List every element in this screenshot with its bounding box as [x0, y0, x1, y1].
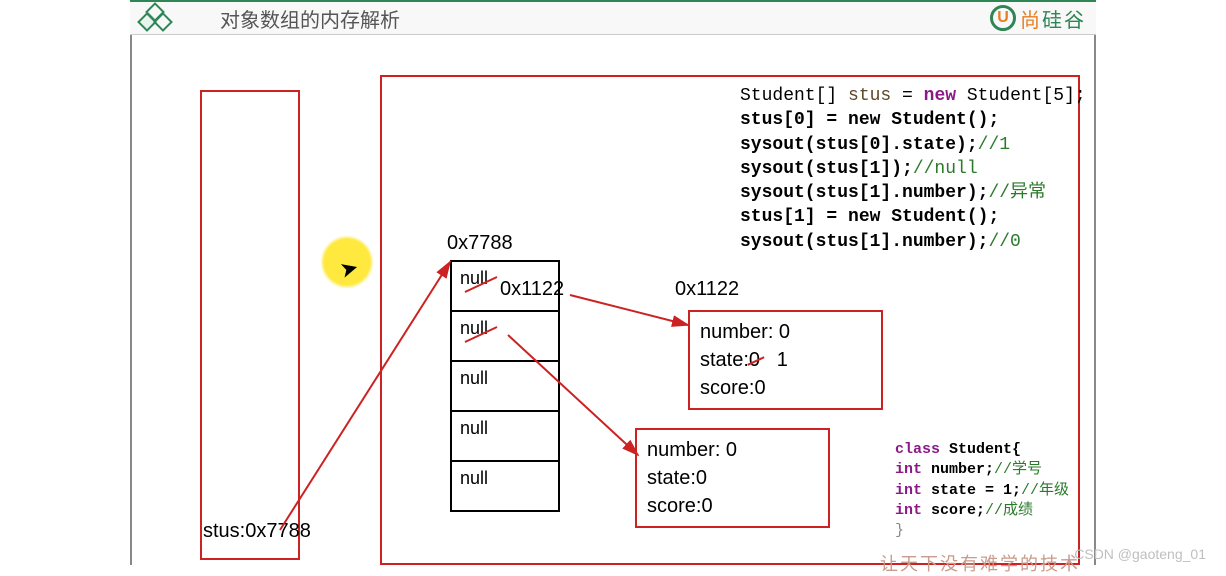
ref-addr-near-array: 0x1122	[500, 278, 564, 301]
footer-tagline: 让天下没有难学的技术	[880, 550, 1080, 576]
obj2-state: state:0	[647, 464, 818, 492]
slide-header: 对象数组的内存解析 U 尚硅谷	[130, 0, 1096, 35]
stack-region	[200, 90, 300, 560]
student-object-box-2: number: 0 state:0 score:0	[635, 428, 830, 528]
class-code-block: class Student{ int number;//学号 int state…	[895, 440, 1069, 541]
main-code-block: Student[] stus = new Student[5]; stus[0]…	[740, 84, 1086, 254]
obj1-score: score:0	[700, 374, 871, 402]
stack-variable-label: stus:0x7788	[203, 520, 311, 543]
obj2-number: number: 0	[647, 436, 818, 464]
obj2-score: score:0	[647, 492, 818, 520]
array-cell: null	[452, 362, 558, 412]
student-object-box-1: number: 0 state:0 1 score:0	[688, 310, 883, 410]
array-cell: null	[452, 312, 558, 362]
ref-addr-near-object: 0x1122	[675, 278, 739, 301]
obj1-state: state:0 1	[700, 346, 871, 374]
brand-name: 尚硅谷	[1020, 4, 1086, 33]
array-address-label: 0x7788	[447, 232, 513, 255]
slide-title: 对象数组的内存解析	[220, 4, 400, 33]
brand-mark-icon: U	[990, 5, 1016, 31]
array-cell: null	[452, 462, 558, 512]
array-cell: null	[452, 412, 558, 462]
brand-logo: U 尚硅谷	[990, 4, 1086, 33]
header-logo-icon	[140, 3, 170, 33]
watermark-text: CSDN @gaoteng_01	[1074, 546, 1206, 562]
obj1-number: number: 0	[700, 318, 871, 346]
